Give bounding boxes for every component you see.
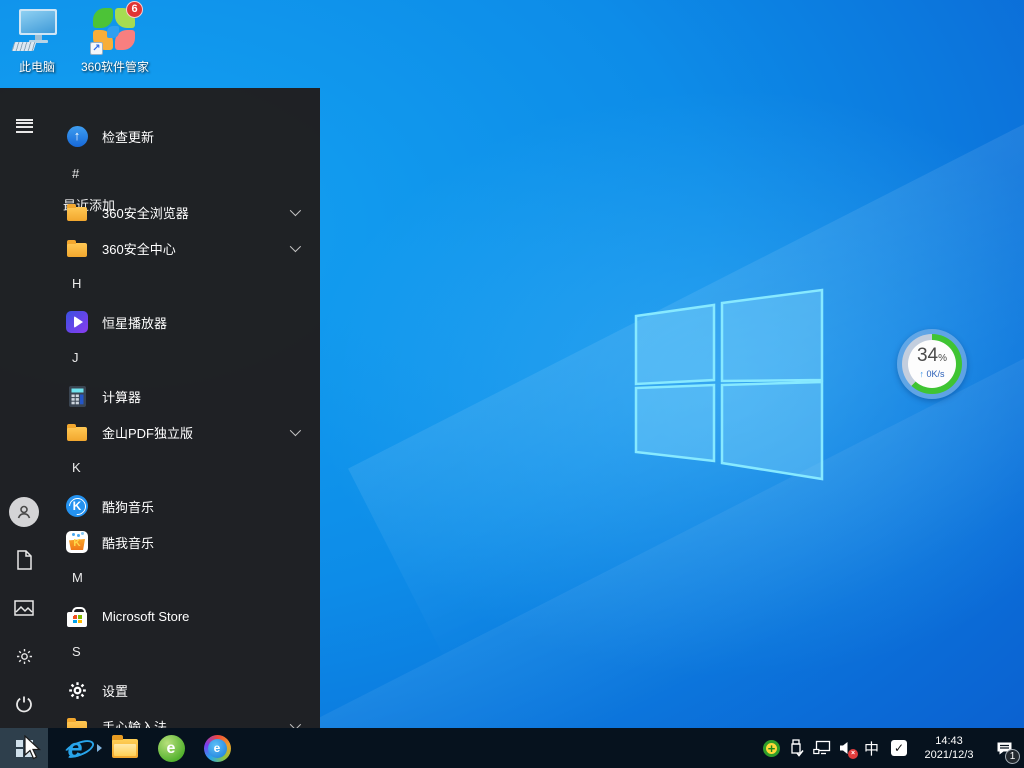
system-tray: + × bbox=[759, 728, 1024, 768]
chevron-down-icon[interactable] bbox=[290, 719, 301, 728]
folder-icon bbox=[67, 721, 87, 728]
pictures-button[interactable] bbox=[0, 584, 48, 632]
upload-speed: 0K/s bbox=[927, 369, 945, 379]
tray-network[interactable] bbox=[809, 728, 834, 768]
rail-settings-button[interactable] bbox=[0, 632, 48, 680]
shortcut-arrow-icon: ↗ bbox=[90, 42, 103, 55]
start-menu-item-kugou-music[interactable]: K 酷狗音乐 bbox=[48, 488, 320, 524]
start-menu-item-microsoft-store[interactable]: Microsoft Store bbox=[48, 598, 320, 634]
start-menu-item-settings[interactable]: 设置 bbox=[48, 672, 320, 708]
start-menu-rail bbox=[0, 88, 48, 728]
section-header-hash[interactable]: # bbox=[48, 158, 320, 188]
chevron-down-icon[interactable] bbox=[290, 425, 301, 436]
chevron-down-icon[interactable] bbox=[290, 205, 301, 216]
mute-badge-icon: × bbox=[848, 749, 858, 759]
usb-icon bbox=[789, 739, 804, 757]
taskbar-file-explorer-button[interactable] bbox=[102, 728, 148, 768]
gear-icon bbox=[15, 647, 34, 666]
documents-button[interactable] bbox=[0, 536, 48, 584]
tray-ime-indicator[interactable]: 中 bbox=[859, 728, 884, 768]
start-menu-item-shouxin-ime[interactable]: 手心输入法 bbox=[48, 708, 320, 728]
power-button[interactable] bbox=[0, 680, 48, 728]
folder-icon bbox=[67, 207, 87, 221]
network-icon bbox=[813, 740, 831, 756]
update-count-badge: 6 bbox=[126, 1, 143, 18]
start-menu-item-360-browser[interactable]: 360安全浏览器 bbox=[48, 194, 320, 230]
calculator-icon bbox=[69, 386, 86, 407]
folder-icon bbox=[67, 243, 87, 257]
360-browser-icon: e bbox=[158, 735, 185, 762]
360-manager-icon: 6 ↗ bbox=[91, 6, 139, 54]
windows-start-icon bbox=[16, 740, 33, 757]
net-speed-widget[interactable]: 34% ↑ 0K/s bbox=[897, 329, 967, 399]
user-account-button[interactable] bbox=[0, 488, 48, 536]
desktop-icon-360-manager[interactable]: 6 ↗ 360软件管家 bbox=[80, 6, 150, 75]
this-pc-icon bbox=[13, 6, 61, 54]
pictures-icon bbox=[14, 600, 34, 616]
360-extreme-browser-icon: e bbox=[204, 735, 231, 762]
start-menu-item-kuwo-music[interactable]: K 酷我音乐 bbox=[48, 524, 320, 560]
tray-360-ball[interactable]: + bbox=[759, 728, 784, 768]
section-header-m[interactable]: M bbox=[48, 562, 320, 592]
ime-chinese-indicator: 中 bbox=[864, 738, 879, 759]
taskbar: e e e + bbox=[0, 728, 1024, 768]
clock-date: 2021/12/3 bbox=[914, 748, 984, 762]
start-menu-item-360-security[interactable]: 360安全中心 bbox=[48, 230, 320, 266]
update-icon: ↑ bbox=[67, 126, 88, 147]
360-ball-icon: + bbox=[763, 740, 780, 757]
kugou-icon: K bbox=[66, 495, 88, 517]
tray-defender[interactable]: ✓ bbox=[884, 728, 914, 768]
taskbar-clock[interactable]: 14:43 2021/12/3 bbox=[914, 734, 984, 762]
screen: 此电脑 6 ↗ 360软件管家 34% ↑ 0K/s bbox=[0, 0, 1024, 768]
store-icon bbox=[67, 612, 87, 627]
desktop-icon-this-pc[interactable]: 此电脑 bbox=[5, 6, 69, 75]
taskbar-ie-button[interactable]: e bbox=[48, 728, 102, 768]
avatar bbox=[9, 497, 39, 527]
tray-volume-muted[interactable]: × bbox=[834, 728, 859, 768]
section-header-s[interactable]: S bbox=[48, 636, 320, 666]
tray-usb[interactable] bbox=[784, 728, 809, 768]
start-button[interactable] bbox=[0, 728, 48, 768]
notification-count-badge: 1 bbox=[1005, 749, 1020, 764]
taskbar-360-browser-button[interactable]: e bbox=[148, 728, 194, 768]
start-menu-item-check-updates[interactable]: ↑ 检查更新 bbox=[48, 118, 320, 154]
internet-explorer-icon: e bbox=[67, 735, 82, 762]
gear-icon bbox=[67, 680, 88, 701]
start-menu: 最近添加 ↑ 检查更新 # 360安全浏览器 360安全中心 H 恒星播放器 J bbox=[0, 88, 320, 728]
power-icon bbox=[15, 695, 33, 713]
start-menu-item-hengxing-player[interactable]: 恒星播放器 bbox=[48, 304, 320, 340]
action-center-button[interactable]: 1 bbox=[984, 728, 1024, 768]
kuwo-icon: K bbox=[66, 531, 88, 553]
usage-ring: 34% ↑ 0K/s bbox=[902, 334, 962, 394]
upload-arrow-icon: ↑ bbox=[919, 369, 924, 379]
taskbar-360-extreme-browser-button[interactable]: e bbox=[194, 728, 240, 768]
usage-percent: 34 bbox=[917, 345, 938, 366]
section-header-j[interactable]: J bbox=[48, 342, 320, 372]
chevron-down-icon[interactable] bbox=[290, 241, 301, 252]
player-icon bbox=[66, 311, 88, 333]
defender-check-icon: ✓ bbox=[891, 740, 907, 756]
start-menu-item-calculator[interactable]: 计算器 bbox=[48, 378, 320, 414]
hamburger-menu-button[interactable] bbox=[0, 96, 48, 144]
desktop-icon-label: 此电脑 bbox=[5, 58, 69, 75]
start-menu-item-kingsoft-pdf[interactable]: 金山PDF独立版 bbox=[48, 414, 320, 450]
document-icon bbox=[15, 550, 33, 570]
section-header-k[interactable]: K bbox=[48, 452, 320, 482]
section-header-h[interactable]: H bbox=[48, 268, 320, 298]
clock-time: 14:43 bbox=[914, 734, 984, 748]
desktop-icon-label: 360软件管家 bbox=[80, 58, 150, 75]
folder-icon bbox=[67, 427, 87, 441]
file-explorer-icon bbox=[112, 739, 138, 758]
